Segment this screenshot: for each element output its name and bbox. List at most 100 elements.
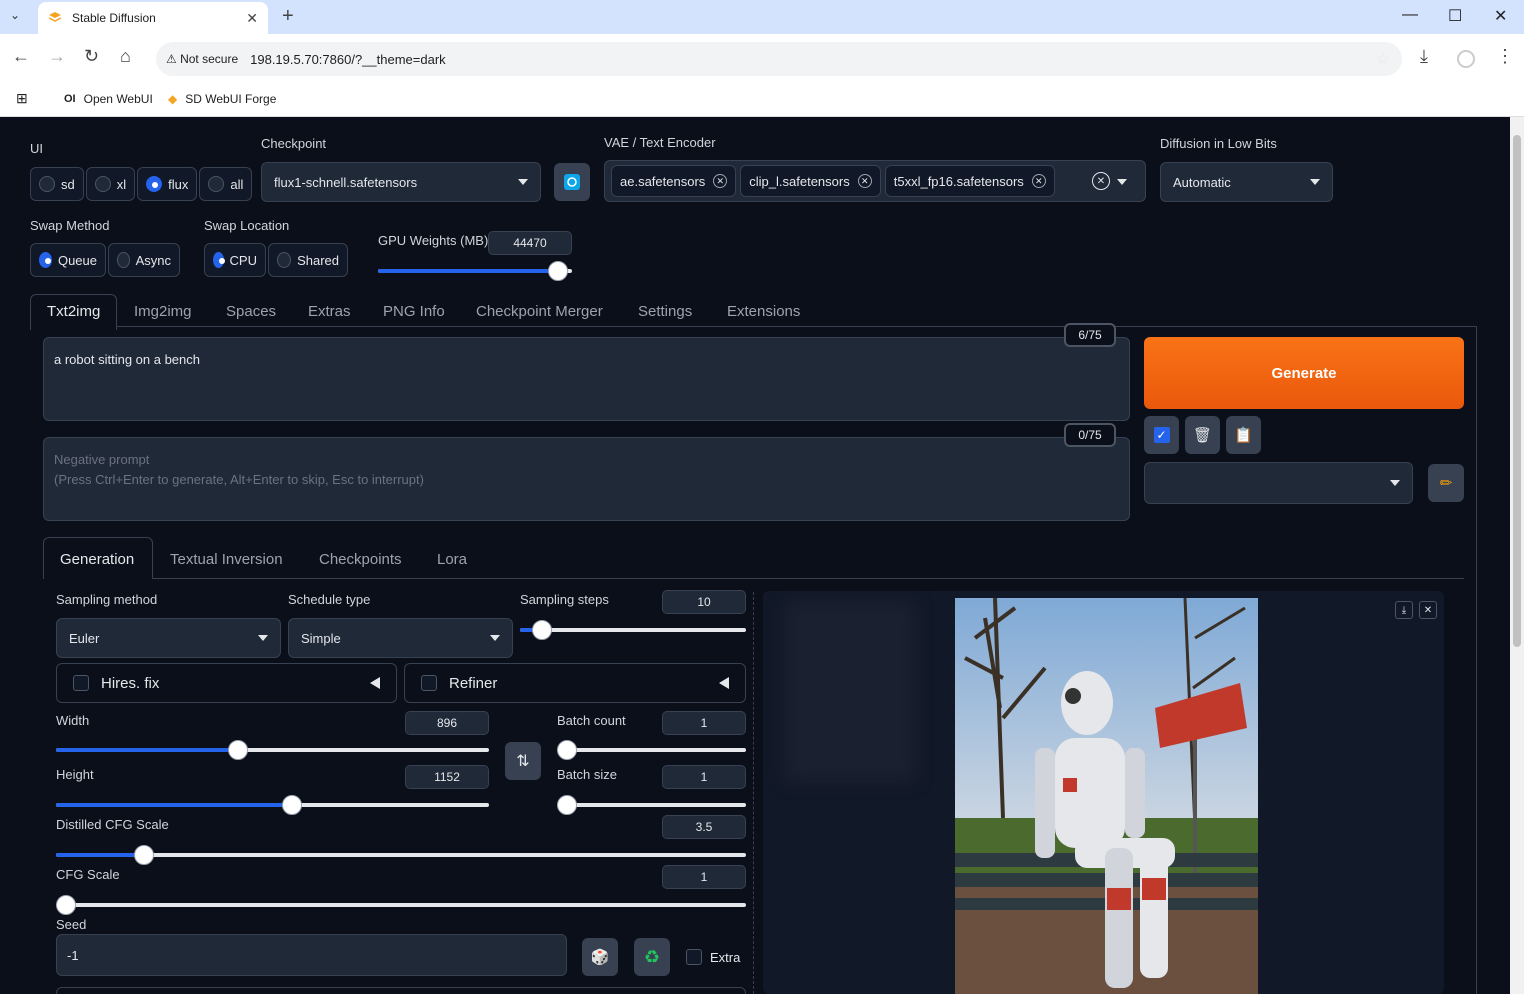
tab-extensions[interactable]: Extensions [727, 303, 800, 320]
slider-handle[interactable] [548, 261, 568, 281]
tab-textual-inversion[interactable]: Textual Inversion [170, 551, 283, 568]
width-slider[interactable] [56, 740, 489, 760]
scrollbar-thumb[interactable] [1513, 135, 1521, 647]
close-window-icon[interactable]: ✕ [1494, 6, 1507, 26]
cfg-scale-input[interactable]: 1 [662, 865, 746, 889]
styles-select[interactable] [1144, 462, 1413, 504]
bookmark-star-icon[interactable]: ☆ [1376, 49, 1390, 69]
menu-kebab-icon[interactable]: ⋮ [1496, 46, 1514, 67]
refresh-checkpoint-button[interactable] [554, 163, 590, 201]
distilled-cfg-input[interactable]: 3.5 [662, 815, 746, 839]
schedule-type-select[interactable]: Simple [288, 618, 513, 658]
tab-png-info[interactable]: PNG Info [383, 303, 445, 320]
apps-grid-icon[interactable]: ⊞ [16, 90, 28, 107]
close-image-icon[interactable]: ✕ [1419, 601, 1437, 619]
slider-handle[interactable] [56, 895, 76, 915]
hires-fix-panel[interactable]: Hires. fix [56, 663, 397, 703]
gpu-weights-input[interactable]: 44470 [488, 231, 572, 255]
collapse-arrow-icon[interactable] [370, 677, 380, 689]
clear-all-icon[interactable]: ✕ [1092, 172, 1110, 190]
refiner-checkbox[interactable] [421, 675, 437, 691]
slider-handle[interactable] [557, 795, 577, 815]
ui-option-xl[interactable]: xl [85, 167, 136, 201]
address-bar[interactable]: ⚠ Not secure 198.19.5.70:7860/?__theme=d… [156, 42, 1402, 76]
sampling-steps-slider[interactable] [520, 620, 746, 640]
edit-styles-button[interactable]: ✏ [1428, 464, 1464, 502]
extra-checkbox[interactable] [686, 949, 702, 965]
bookmark-sd-webui-forge[interactable]: ◆ SD WebUI Forge [168, 92, 276, 106]
sampling-method-select[interactable]: Euler [56, 618, 281, 658]
download-icon[interactable]: ⤓ [1420, 46, 1428, 67]
profile-avatar[interactable] [1457, 50, 1475, 68]
height-slider[interactable] [56, 795, 489, 815]
tab-generation[interactable]: Generation [60, 551, 134, 568]
negative-prompt-textarea[interactable]: Negative prompt (Press Ctrl+Enter to gen… [43, 437, 1130, 521]
forward-icon[interactable]: → [48, 46, 66, 67]
minimize-icon[interactable]: — [1402, 6, 1418, 24]
swap-location-shared[interactable]: Shared [268, 243, 348, 277]
width-input[interactable]: 896 [405, 711, 489, 735]
batch-count-input[interactable]: 1 [662, 711, 746, 735]
gpu-weights-slider[interactable] [378, 261, 572, 281]
generate-button[interactable]: Generate [1144, 337, 1464, 409]
tab-close-icon[interactable]: ✕ [246, 10, 258, 27]
reload-icon[interactable]: ↻ [84, 46, 99, 67]
batch-count-slider[interactable] [557, 740, 746, 760]
tab-spaces[interactable]: Spaces [226, 303, 276, 320]
tab-search-icon[interactable]: ⌄ [10, 8, 20, 22]
swap-method-queue[interactable]: Queue [30, 243, 106, 277]
tab-extras[interactable]: Extras [308, 303, 351, 320]
swap-method-async[interactable]: Async [108, 243, 180, 277]
new-tab-icon[interactable]: + [282, 5, 294, 28]
slider-handle[interactable] [228, 740, 248, 760]
batch-size-slider[interactable] [557, 795, 746, 815]
browser-tab[interactable]: Stable Diffusion ✕ [38, 2, 268, 34]
download-image-icon[interactable]: ⤓ [1395, 601, 1413, 619]
height-input[interactable]: 1152 [405, 765, 489, 789]
home-icon[interactable]: ⌂ [120, 46, 131, 67]
slider-handle[interactable] [282, 795, 302, 815]
trash-button[interactable]: 🗑 [1185, 416, 1220, 454]
refiner-panel[interactable]: Refiner [404, 663, 746, 703]
chevron-down-icon[interactable] [1117, 179, 1127, 185]
collapse-arrow-icon[interactable] [719, 677, 729, 689]
page-scrollbar[interactable] [1510, 117, 1524, 994]
tab-settings[interactable]: Settings [638, 303, 692, 320]
tab-lora[interactable]: Lora [437, 551, 467, 568]
swap-location-cpu[interactable]: CPU [204, 243, 266, 277]
random-seed-button[interactable]: 🎲 [582, 938, 618, 976]
extra-seed-toggle[interactable]: Extra [686, 949, 740, 965]
ui-option-flux[interactable]: flux [137, 167, 198, 201]
not-secure-badge[interactable]: ⚠ Not secure [166, 52, 238, 66]
reuse-seed-button[interactable]: ♻ [634, 938, 670, 976]
cfg-scale-slider[interactable] [56, 895, 746, 915]
back-icon[interactable]: ← [12, 46, 30, 67]
bookmark-open-webui[interactable]: OI Open WebUI [64, 92, 153, 106]
tab-checkpoint-merger[interactable]: Checkpoint Merger [476, 303, 603, 320]
vae-multiselect[interactable]: ae.safetensors ✕ clip_l.safetensors ✕ t5xx… [604, 160, 1146, 202]
tab-checkpoints[interactable]: Checkpoints [319, 551, 402, 568]
seed-input[interactable]: -1 [56, 934, 567, 976]
ui-option-all[interactable]: all [199, 167, 253, 201]
lowbits-select[interactable]: Automatic [1160, 162, 1333, 202]
remove-chip-icon[interactable]: ✕ [1031, 174, 1046, 188]
vae-chip[interactable]: t5xxl_fp16.safetensors ✕ [884, 165, 1055, 197]
ui-option-sd[interactable]: sd [30, 167, 84, 201]
slider-handle[interactable] [557, 740, 577, 760]
vae-chip[interactable]: ae.safetensors ✕ [611, 165, 737, 197]
maximize-icon[interactable]: ☐ [1448, 6, 1462, 26]
checkpoint-select[interactable]: flux1-schnell.safetensors [261, 162, 541, 202]
tab-txt2img[interactable]: Txt2img [47, 303, 100, 320]
generated-image[interactable] [955, 598, 1258, 994]
hires-fix-checkbox[interactable] [73, 675, 89, 691]
slider-handle[interactable] [134, 845, 154, 865]
prompt-textarea[interactable]: a robot sitting on a bench [43, 337, 1130, 421]
sampling-steps-input[interactable]: 10 [662, 590, 746, 614]
remove-chip-icon[interactable]: ✕ [713, 174, 728, 188]
paste-button[interactable]: 📋 [1226, 416, 1261, 454]
distilled-cfg-slider[interactable] [56, 845, 746, 865]
remove-chip-icon[interactable]: ✕ [857, 174, 872, 188]
batch-size-input[interactable]: 1 [662, 765, 746, 789]
tab-img2img[interactable]: Img2img [134, 303, 192, 320]
check-icon-button[interactable]: ✓ [1144, 416, 1179, 454]
